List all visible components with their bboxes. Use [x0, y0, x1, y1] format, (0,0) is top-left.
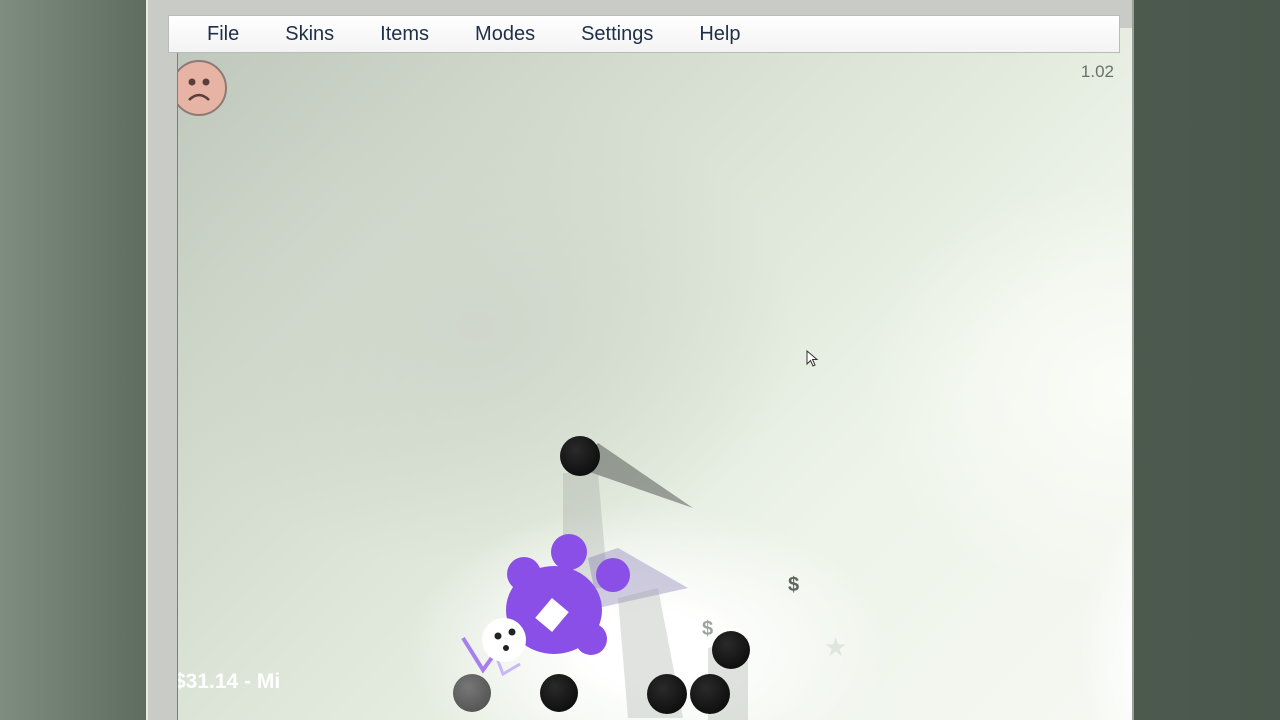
menu-help[interactable]: Help [699, 23, 740, 46]
money-status: $31.14 - Mi [177, 670, 281, 693]
bomb-ball [647, 674, 687, 714]
player-character [461, 534, 630, 677]
menu-modes[interactable]: Modes [475, 23, 535, 46]
motion-trails [563, 443, 748, 720]
dollar-pickup: $ [702, 618, 714, 640]
menu-skins[interactable]: Skins [285, 23, 334, 46]
star-icon: ★ [824, 632, 848, 662]
game-canvas[interactable]: 1.02 $ $ ★ ★ $31.14 - Mi [177, 28, 1132, 720]
mouse-cursor-icon [806, 350, 819, 367]
bomb-ball [560, 436, 600, 476]
star-icon: ★ [866, 651, 893, 684]
menu-items[interactable]: Items [380, 23, 429, 46]
menu-bar: File Skins Items Modes Settings Help [168, 15, 1120, 53]
bomb-ball [712, 631, 750, 669]
bomb-ball [690, 674, 730, 714]
menu-file[interactable]: File [207, 23, 239, 46]
menu-settings[interactable]: Settings [581, 23, 653, 46]
dollar-pickup: $ [788, 574, 800, 596]
